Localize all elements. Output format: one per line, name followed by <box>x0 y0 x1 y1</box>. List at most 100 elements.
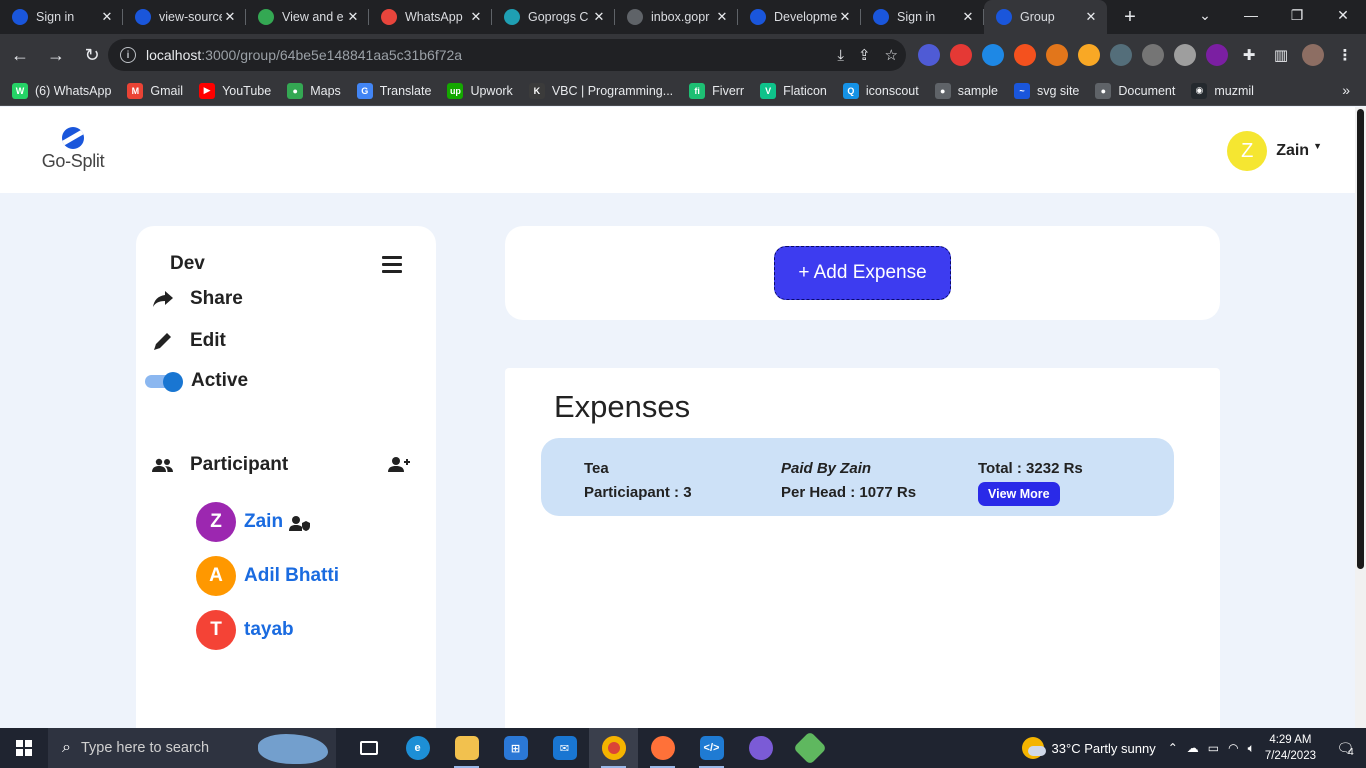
participant-name[interactable]: Zain <box>244 511 283 533</box>
edge-icon[interactable]: e <box>393 728 442 768</box>
address-bar[interactable]: i localhost:3000/group/64be5e148841aa5c3… <box>108 39 906 71</box>
bookmarks-overflow-icon[interactable]: » <box>1342 82 1350 98</box>
bookmark-item[interactable]: ▶ YouTube <box>199 82 271 99</box>
bookmark-item[interactable]: ~ svg site <box>1014 82 1079 99</box>
tab-close-icon[interactable]: ✕ <box>1083 9 1099 25</box>
browser-tab[interactable]: WhatsApp ✕ <box>369 0 492 34</box>
logo-text: Go-Split <box>41 151 105 171</box>
extension-icon[interactable] <box>1014 44 1036 66</box>
mail-icon[interactable]: ✉ <box>540 728 589 768</box>
extension-icon[interactable] <box>1206 44 1228 66</box>
bookmark-item[interactable]: V Flaticon <box>760 82 827 99</box>
add-participant-icon[interactable] <box>388 456 410 478</box>
vscode-icon[interactable]: </> <box>687 728 736 768</box>
user-menu[interactable]: Z Zain ▼ <box>1227 131 1322 171</box>
back-button[interactable]: ← <box>4 39 36 71</box>
bookmark-item[interactable]: W (6) WhatsApp <box>12 82 111 99</box>
share-action[interactable]: Share <box>150 288 243 310</box>
bookmark-item[interactable]: fi Fiverr <box>689 82 744 99</box>
minimize-button[interactable]: — <box>1228 0 1274 30</box>
weather-widget[interactable]: 33°C Partly sunny <box>1021 737 1156 759</box>
tor-browser-icon[interactable] <box>736 728 785 768</box>
tab-close-icon[interactable]: ✕ <box>714 9 730 25</box>
start-button[interactable] <box>0 728 48 768</box>
task-view-button[interactable] <box>344 728 393 768</box>
hamburger-menu-icon[interactable] <box>382 256 402 277</box>
clock[interactable]: 4:29 AM 7/24/2023 <box>1265 732 1316 764</box>
chevron-up-icon[interactable]: ⌃ <box>1168 741 1178 756</box>
extension-icon[interactable] <box>1142 44 1164 66</box>
participant-item[interactable]: Z Zain <box>196 502 311 542</box>
browser-tab[interactable]: Developme ✕ <box>738 0 861 34</box>
scrollbar-thumb[interactable] <box>1357 109 1364 569</box>
participant-name[interactable]: tayab <box>244 619 294 641</box>
tab-close-icon[interactable]: ✕ <box>837 9 853 25</box>
bookmark-item[interactable]: ● sample <box>934 82 998 99</box>
tab-close-icon[interactable]: ✕ <box>99 9 115 25</box>
bookmark-item[interactable]: K VBC | Programming... <box>528 82 673 99</box>
weather-text: 33°C Partly sunny <box>1051 740 1156 756</box>
extension-icon[interactable] <box>1110 44 1132 66</box>
participant-item[interactable]: A Adil Bhatti <box>196 556 339 596</box>
wifi-icon[interactable]: ◠ <box>1228 741 1238 756</box>
extension-icon[interactable] <box>950 44 972 66</box>
tab-close-icon[interactable]: ✕ <box>345 9 361 25</box>
chrome-icon[interactable] <box>589 728 638 768</box>
tab-close-icon[interactable]: ✕ <box>222 9 238 25</box>
browser-tab[interactable]: Sign in ✕ <box>0 0 123 34</box>
reload-button[interactable]: ↻ <box>76 39 108 71</box>
restore-button[interactable]: ❐ <box>1274 0 1320 30</box>
page-scrollbar[interactable] <box>1355 107 1366 728</box>
firefox-icon[interactable] <box>638 728 687 768</box>
git-icon[interactable] <box>785 728 834 768</box>
bookmark-item[interactable]: Qiconscout <box>842 82 919 99</box>
bookmark-item[interactable]: ◉ muzmil <box>1191 82 1254 99</box>
site-info-icon[interactable]: i <box>120 47 136 63</box>
close-window-button[interactable]: ✕ <box>1320 0 1366 30</box>
bookmark-item[interactable]: up Upwork <box>447 82 513 99</box>
expense-col-total: Total : 3232 Rs View More <box>978 457 1083 506</box>
bookmark-item[interactable]: ● Maps <box>287 82 341 99</box>
notifications-button[interactable]: 🗨︎ 4 <box>1330 739 1360 758</box>
bookmark-item[interactable]: ● Document <box>1095 82 1175 99</box>
tab-close-icon[interactable]: ✕ <box>468 9 484 25</box>
bookmark-item[interactable]: M Gmail <box>127 82 183 99</box>
forward-button[interactable]: → <box>40 39 72 71</box>
store-icon[interactable]: ⊞ <box>491 728 540 768</box>
file-explorer-icon[interactable] <box>442 728 491 768</box>
add-expense-button[interactable]: + Add Expense <box>774 246 951 300</box>
extension-icon[interactable] <box>918 44 940 66</box>
browser-tab[interactable]: Sign in ✕ <box>861 0 984 34</box>
app-logo[interactable]: Go-Split <box>33 127 113 172</box>
bookmark-star-icon[interactable]: ☆ <box>885 46 898 64</box>
browser-tab[interactable]: view-source ✕ <box>123 0 246 34</box>
participant-item[interactable]: Ttayab <box>196 610 294 650</box>
browser-tab[interactable]: Goprogs C ✕ <box>492 0 615 34</box>
browser-tab[interactable]: inbox.gopr ✕ <box>615 0 738 34</box>
browser-tab[interactable]: View and e ✕ <box>246 0 369 34</box>
share-page-icon[interactable]: ⇪ <box>858 46 871 64</box>
extension-icon[interactable] <box>1078 44 1100 66</box>
extensions-puzzle-icon[interactable]: ✚ <box>1238 44 1260 66</box>
tab-close-icon[interactable]: ✕ <box>591 9 607 25</box>
new-tab-button[interactable]: + <box>1113 0 1147 34</box>
tab-search-icon[interactable]: ⌄ <box>1182 0 1228 30</box>
side-panel-icon[interactable]: ▥ <box>1270 44 1292 66</box>
profile-avatar[interactable] <box>1302 44 1324 66</box>
extension-icon[interactable] <box>982 44 1004 66</box>
volume-icon[interactable]: 🔈︎ <box>1248 741 1255 756</box>
metamask-icon[interactable] <box>1046 44 1068 66</box>
taskbar-search[interactable]: ⌕ Type here to search <box>48 728 336 768</box>
browser-tab[interactable]: Group ✕ <box>984 0 1107 34</box>
edit-action[interactable]: Edit <box>150 330 226 352</box>
participant-name[interactable]: Adil Bhatti <box>244 565 339 587</box>
onedrive-icon[interactable]: ☁ <box>1187 741 1199 756</box>
install-app-icon[interactable]: ⤓ <box>837 47 844 64</box>
view-more-button[interactable]: View More <box>978 482 1060 506</box>
active-toggle[interactable] <box>145 372 183 392</box>
battery-icon[interactable]: ▭ <box>1208 741 1219 756</box>
tab-close-icon[interactable]: ✕ <box>960 9 976 25</box>
bookmark-item[interactable]: G Translate <box>356 82 431 99</box>
menu-kebab-icon[interactable]: ⋮ <box>1334 44 1356 66</box>
extension-icon[interactable] <box>1174 44 1196 66</box>
